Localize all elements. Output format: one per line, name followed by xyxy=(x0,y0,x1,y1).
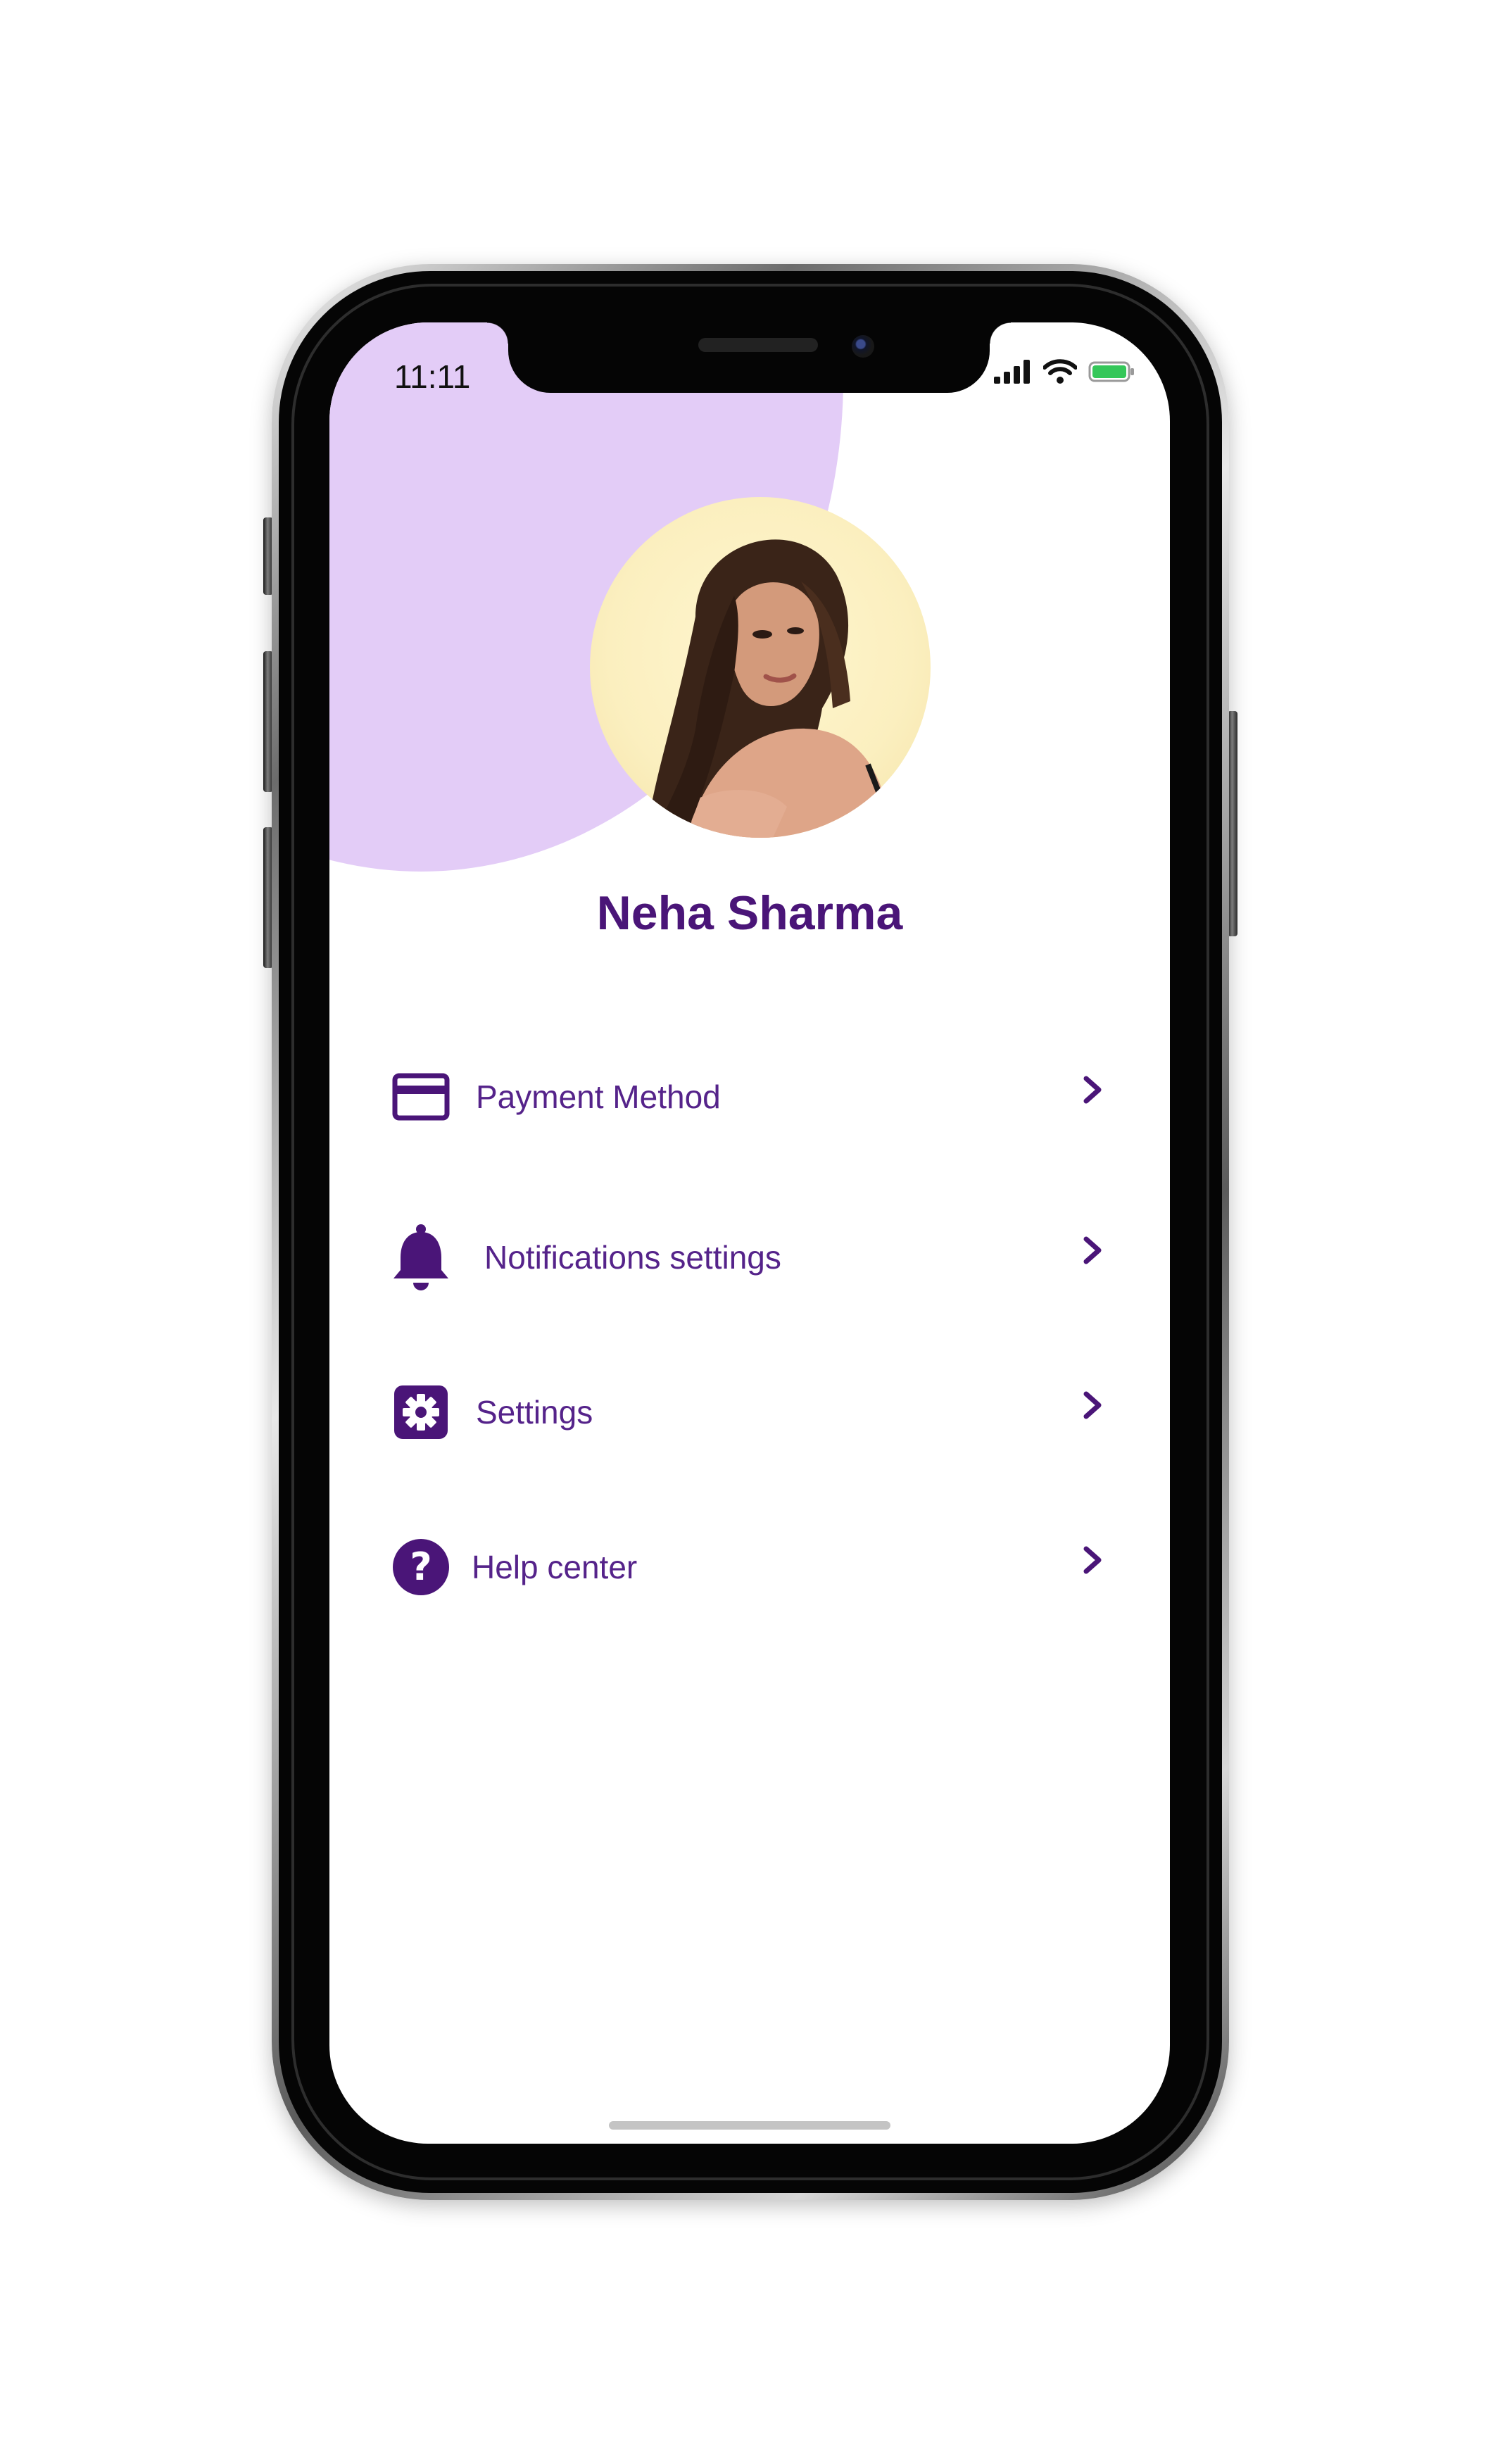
signal-icon xyxy=(994,360,1032,387)
profile-avatar[interactable] xyxy=(590,497,931,838)
menu-item-notifications-settings[interactable]: Notifications settings xyxy=(386,1215,1114,1300)
menu-item-label: Help center xyxy=(472,1549,638,1585)
menu-item-label: Payment Method xyxy=(476,1079,721,1115)
battery-icon xyxy=(1088,360,1135,387)
menu-item-label: Notifications settings xyxy=(484,1239,781,1276)
chevron-right-icon xyxy=(1071,1069,1114,1111)
home-indicator[interactable] xyxy=(609,2121,890,2130)
status-icons xyxy=(994,359,1135,388)
app-screen: 11:11 Neha Sharma Payment Method Notific… xyxy=(329,322,1170,2144)
power-button xyxy=(1228,711,1237,936)
wifi-icon xyxy=(1042,359,1078,388)
menu-item-help-center[interactable]: ? Help center xyxy=(386,1525,1114,1609)
profile-photo xyxy=(646,539,895,838)
chevron-right-icon xyxy=(1071,1384,1114,1426)
help-icon: ? xyxy=(386,1532,456,1602)
menu-item-label: Settings xyxy=(476,1394,593,1431)
page-stage: 11:11 Neha Sharma Payment Method Notific… xyxy=(0,0,1493,2464)
phone-frame: 11:11 Neha Sharma Payment Method Notific… xyxy=(272,264,1229,2200)
chevron-right-icon xyxy=(1071,1539,1114,1581)
phone-notch xyxy=(487,322,1011,393)
profile-name: Neha Sharma xyxy=(596,886,903,940)
svg-text:?: ? xyxy=(410,1545,431,1589)
menu-item-payment-method[interactable]: Payment Method xyxy=(386,1055,1114,1139)
earpiece-speaker xyxy=(698,338,818,352)
menu-item-settings[interactable]: Settings xyxy=(386,1370,1114,1454)
credit-card-icon xyxy=(386,1062,456,1132)
gear-icon xyxy=(386,1377,456,1447)
bell-icon xyxy=(386,1222,456,1293)
chevron-right-icon xyxy=(1071,1229,1114,1271)
status-time: 11:11 xyxy=(394,358,471,395)
front-camera xyxy=(852,335,874,358)
